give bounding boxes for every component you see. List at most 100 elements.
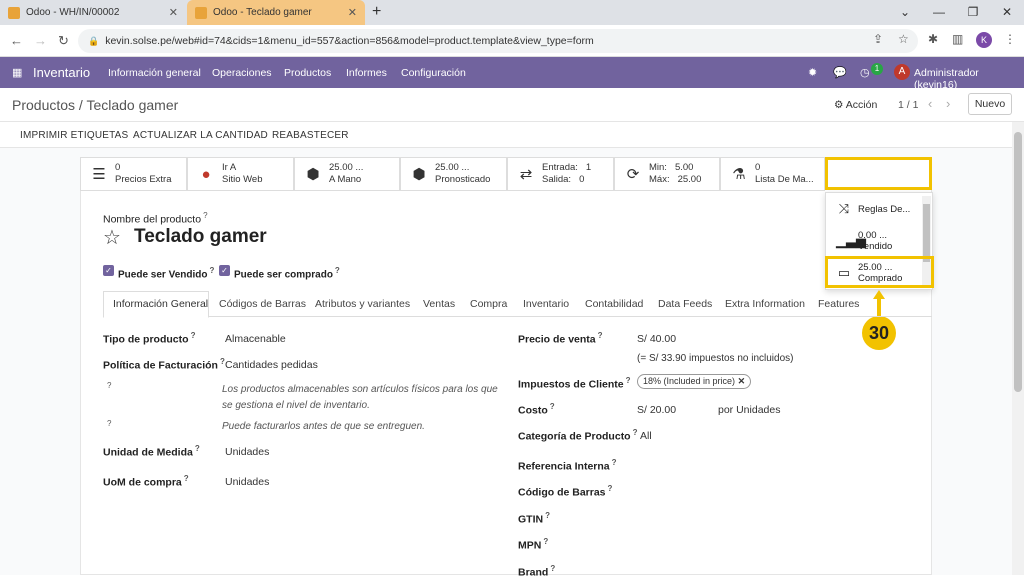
more-button-highlight[interactable] [825,157,932,190]
minimize-icon[interactable]: — [922,0,956,25]
remove-tag-icon[interactable]: ✕ [738,376,746,386]
smart-button-bom[interactable]: ⚗ 0 Lista De Ma... [720,157,825,191]
uom-po-field[interactable]: Unidades [225,476,269,488]
help-icon[interactable]: ? [612,458,617,467]
pager-next-icon[interactable]: › [946,96,950,111]
tab-search-chevron-icon[interactable]: ⌄ [888,0,922,25]
tab-atributos-variantes[interactable]: Atributos y variantes [315,298,410,310]
invoice-policy-label-text: Política de Facturación [103,359,218,372]
chat-icon[interactable]: 💬 [833,66,847,79]
profile-avatar[interactable]: K [976,32,992,48]
dropdown-scroll-thumb[interactable] [923,204,930,262]
browser-tab-inactive[interactable]: Odoo - WH/IN/00002 ✕ [0,0,186,25]
can-be-purchased-checkbox[interactable]: ✓ [219,265,230,276]
bookmark-star-icon[interactable]: ☆ [898,32,909,46]
can-be-sold-checkbox[interactable]: ✓ [103,265,114,276]
share-icon[interactable]: ⇪ [873,32,883,46]
menu-informacion-general[interactable]: Información general [108,67,201,79]
close-tab-icon[interactable]: ✕ [169,6,178,19]
help-icon[interactable]: ? [550,402,555,411]
page-scroll-thumb[interactable] [1014,132,1022,392]
reload-icon[interactable]: ↻ [58,33,69,49]
browser-menu-icon[interactable]: ⋮ [1004,32,1016,46]
new-tab-icon[interactable]: + [372,3,381,21]
new-button[interactable]: Nuevo [968,93,1012,115]
debug-bug-icon[interactable]: ✹ [808,66,817,79]
sidepanel-icon[interactable]: ▥ [952,32,963,46]
smart-button-forecasted[interactable]: ⬢ 25.00 ... Pronosticado [400,157,507,191]
dropdown-item-sold[interactable]: ▁▃▅ 0.00 ... Vendido [826,225,922,257]
replenish-button[interactable]: REABASTECER [272,130,349,141]
restore-icon[interactable]: ❐ [956,0,990,25]
smart-button-in-out[interactable]: ⇄ Entrada: 1 Salida: 0 [507,157,614,191]
product-type-field[interactable]: Almacenable [225,333,286,345]
help-icon[interactable]: ? [633,428,638,437]
breadcrumb[interactable]: Productos / Teclado gamer [12,97,178,113]
help-icon[interactable]: ? [545,511,550,520]
tab-inventario[interactable]: Inventario [523,298,569,310]
menu-operaciones[interactable]: Operaciones [212,67,272,79]
apps-menu-icon[interactable]: ▦ [12,66,22,79]
help-icon[interactable]: ? [543,537,548,546]
smart-button-min-max[interactable]: ⟳ Min: 5.00 Máx: 25.00 [614,157,720,191]
action-menu-button[interactable]: ⚙ Acción [834,99,877,111]
pager-previous-icon[interactable]: ‹ [928,96,932,111]
dropdown-item-reorder-rules[interactable]: ⤨ Reglas De... [826,193,922,225]
internal-ref-label: Referencia Interna? [518,458,617,473]
tab-contabilidad[interactable]: Contabilidad [585,298,643,310]
tab-informacion-general[interactable]: Información General [113,298,208,310]
smart-button-website[interactable]: ● Ir A Sitio Web [187,157,294,191]
sale-price-label-text: Precio de venta [518,333,596,346]
address-bar[interactable]: 🔒 kevin.solse.pe/web#id=74&cids=1&menu_i… [78,29,918,53]
product-name[interactable]: Teclado gamer [134,226,267,248]
signal-icon: ▁▃▅ [836,233,866,248]
help-icon[interactable]: ? [107,381,111,390]
category-label: Categoría de Producto? [518,428,638,443]
app-name[interactable]: Inventario [33,65,90,80]
tab-codigos-de-barras[interactable]: Códigos de Barras [219,298,306,310]
favorite-star-icon[interactable]: ☆ [103,225,121,250]
help-icon[interactable]: ? [598,331,603,340]
internal-ref-label-text: Referencia Interna [518,460,610,473]
page-scrollbar[interactable] [1012,122,1024,575]
menu-configuracion[interactable]: Configuración [401,67,466,79]
help-icon[interactable]: ? [184,474,189,483]
can-be-purchased-text: Puede ser comprado [234,269,333,281]
help-icon[interactable]: ? [195,444,200,453]
browser-tab-active[interactable]: Odoo - Teclado gamer ✕ [187,0,365,25]
user-avatar[interactable]: A [894,64,910,80]
tab-ventas[interactable]: Ventas [423,298,455,310]
pager-value[interactable]: 1 / 1 [898,99,918,111]
tab-compra[interactable]: Compra [470,298,507,310]
help-icon[interactable]: ? [550,564,555,573]
help-icon[interactable]: ? [335,266,340,275]
customer-taxes-label: Impuestos de Cliente? [518,376,631,391]
help-icon[interactable]: ? [608,484,613,493]
help-icon[interactable]: ? [191,331,196,340]
activity-clock-icon[interactable]: ◷ [860,66,870,79]
menu-informes[interactable]: Informes [346,67,387,79]
update-quantity-button[interactable]: ACTUALIZAR LA CANTIDAD [133,130,268,141]
forward-icon[interactable]: → [34,33,47,48]
help-icon[interactable]: ? [626,376,631,385]
menu-productos[interactable]: Productos [284,67,331,79]
tab-features[interactable]: Features [818,298,859,310]
help-icon[interactable]: ? [209,266,214,275]
extensions-icon[interactable]: ✱ [928,32,938,46]
tab-data-feeds[interactable]: Data Feeds [658,298,712,310]
close-tab-icon[interactable]: ✕ [348,6,357,19]
invoice-policy-field[interactable]: Cantidades pedidas [225,359,318,371]
category-field[interactable]: All [640,430,652,442]
smart-button-on-hand[interactable]: ⬢ 25.00 ... A Mano [294,157,400,191]
print-labels-button[interactable]: IMPRIMIR ETIQUETAS [20,130,128,141]
sale-price-field[interactable]: S/ 40.00 [637,333,676,345]
help-icon[interactable]: ? [203,211,207,220]
smart-button-extra-prices[interactable]: ☰ 0 Precios Extra [80,157,187,191]
customer-tax-tag[interactable]: 18% (Included in price) ✕ [637,374,752,389]
back-icon[interactable]: ← [10,33,23,48]
tab-extra-information[interactable]: Extra Information [725,298,805,310]
uom-field[interactable]: Unidades [225,446,269,458]
close-window-icon[interactable]: ✕ [990,0,1024,25]
help-icon[interactable]: ? [107,419,111,428]
cost-field[interactable]: S/ 20.00 [637,404,676,416]
